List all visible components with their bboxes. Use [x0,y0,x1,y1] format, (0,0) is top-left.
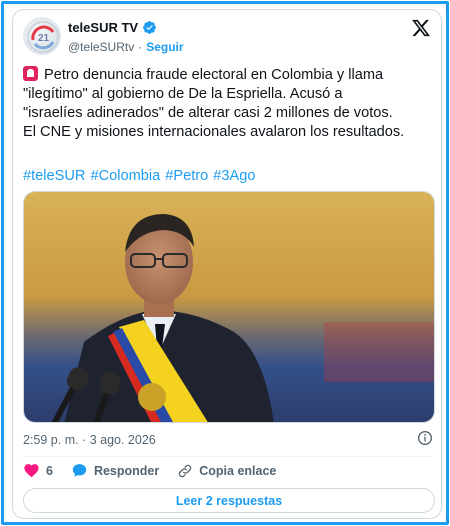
tweet-line-3: "israelíes adinerados" de alterar casi 2… [23,105,393,121]
tweet-card: 21 teleSUR TV @teleSURtv · Seguir Petro … [12,9,442,519]
hashtag-link[interactable]: #Colombia [90,168,160,184]
hashtags: #teleSUR #Colombia #Petro #3Ago [23,168,255,184]
verified-badge-icon [143,21,156,34]
like-button[interactable]: 6 [23,462,53,479]
read-replies-button[interactable]: Leer 2 respuestas [23,488,435,513]
author-handle[interactable]: @teleSURtv [68,40,134,54]
reply-button[interactable]: Responder [71,462,159,479]
reply-bubble-icon [72,464,87,477]
like-count: 6 [46,463,53,478]
tweet-line-1: Petro denuncia fraude electoral en Colom… [44,67,384,83]
screenshot-frame: 21 teleSUR TV @teleSURtv · Seguir Petro … [1,1,449,525]
link-icon [179,464,192,477]
author-handle-row: @teleSURtv · Seguir [68,40,184,54]
tweet-photo[interactable] [23,191,435,423]
svg-text:21: 21 [38,33,50,44]
hashtag-link[interactable]: #teleSUR [23,168,85,184]
tweet-line-2: "ilegítimo" al gobierno de De la Espriel… [23,86,343,102]
reply-label: Responder [93,463,160,478]
x-logo-icon[interactable] [411,18,431,38]
tweet-line-4: El CNE y misiones internacionales avalar… [23,124,405,140]
info-icon[interactable] [417,430,433,446]
copy-link-label: Copia enlace [199,463,277,478]
follow-button[interactable]: Seguir [146,40,183,54]
siren-icon [23,66,38,81]
tweet-timestamp[interactable]: 2:59 p. m. · 3 ago. 2026 [23,433,156,447]
tweet-actions: 6 Responder Copia enlace [23,462,294,479]
avatar[interactable]: 21 [23,17,61,55]
tweet-text: Petro denuncia fraude electoral en Colom… [23,66,438,142]
divider [23,456,431,457]
author-name[interactable]: teleSUR TV [68,20,138,35]
handle-separator: · [138,40,143,54]
heart-icon [24,464,39,478]
hashtag-link[interactable]: #3Ago [213,168,255,184]
hashtag-link[interactable]: #Petro [165,168,208,184]
photo-image [24,192,434,422]
copy-link-button[interactable]: Copia enlace [177,463,276,479]
author-name-row: teleSUR TV [68,20,157,35]
